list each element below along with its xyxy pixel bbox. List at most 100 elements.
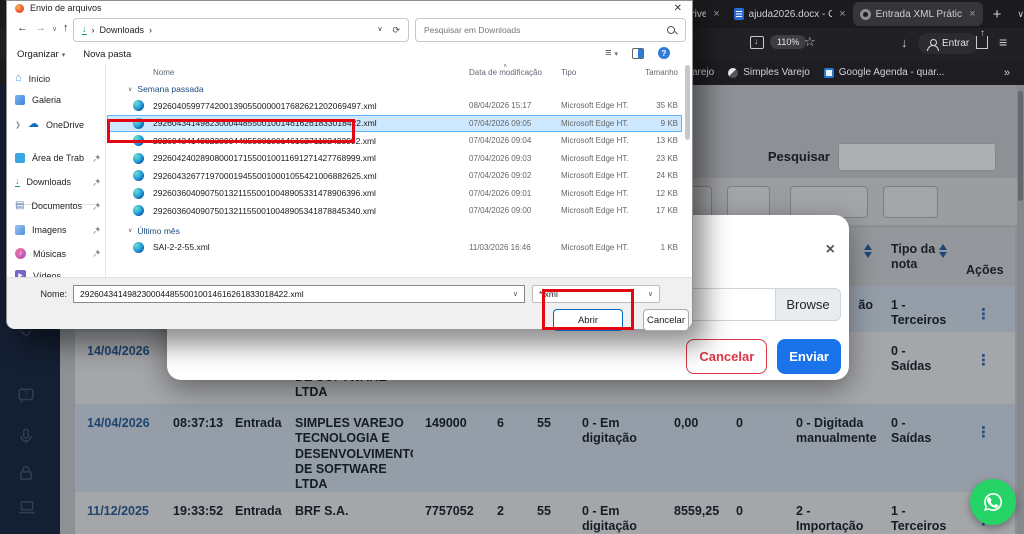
bookmark-item[interactable]: arejo (692, 67, 714, 78)
image-icon (15, 225, 25, 235)
favicon-icon (728, 68, 738, 78)
downloads-folder-icon: ↓ (82, 25, 87, 35)
close-icon[interactable]: × (826, 241, 835, 259)
menu-icon[interactable]: ≡ (999, 34, 1007, 50)
forward-icon[interactable]: → (35, 22, 46, 34)
account-icon (927, 39, 937, 49)
tab-close-icon[interactable]: × (713, 8, 719, 20)
new-folder-button[interactable]: Nova pasta (83, 49, 131, 60)
collapse-chevron-icon: ∨ (128, 86, 132, 93)
sort-ascending-icon: ∧ (503, 64, 507, 69)
chevron-down-icon: ∨ (513, 290, 518, 298)
downloads-icon: ↓ (15, 177, 20, 187)
zoom-level-badge[interactable]: 110% (770, 35, 806, 49)
dialog-search-input[interactable] (424, 25, 654, 35)
sidebar-item-area-de-trabalho[interactable]: Área de Trab (15, 153, 101, 163)
cancel-button[interactable]: Cancelar (686, 339, 767, 374)
file-group-header[interactable]: ∨ Semana passada (107, 81, 682, 97)
file-list: Nome ∧Data de modificação Tipo Tamanho ∨… (107, 64, 682, 277)
sidebar-item-imagens[interactable]: Imagens (15, 225, 101, 235)
sidebar-item-documentos[interactable]: ▤ Documentos (15, 201, 101, 211)
tab-label: Entrada XML Prático N (876, 9, 963, 20)
view-mode-button[interactable]: ≡▾ (605, 47, 618, 59)
dialog-close-icon[interactable]: ✕ (674, 3, 682, 14)
dialog-command-bar: Organizar▾ Nova pasta ≡▾ ? (7, 45, 692, 63)
dialog-scrollbar-thumb[interactable] (685, 65, 690, 140)
file-group-header[interactable]: ∨ Último mês (107, 223, 682, 239)
dialog-title: Envio de arquivos (30, 3, 102, 13)
refresh-icon[interactable]: ⟳ (392, 25, 400, 36)
breadcrumb-segment[interactable]: Downloads (100, 25, 145, 35)
tab-docs[interactable]: ajuda2026.docx - Goo × (727, 2, 853, 26)
tab-close-icon[interactable]: × (969, 8, 975, 20)
back-icon[interactable]: ← (17, 22, 28, 34)
organize-button[interactable]: Organizar▾ (17, 49, 65, 60)
file-row[interactable]: 2926043267719700019455001000105542100688… (107, 167, 682, 185)
bookmark-item-google-agenda[interactable]: Google Agenda - quar... (824, 67, 945, 78)
file-row[interactable]: 2926036040907501321155001004890534187884… (107, 202, 682, 220)
sidebar-item-onedrive[interactable]: ❯ ☁ OneDrive (15, 119, 101, 130)
signin-label: Entrar (942, 38, 969, 49)
column-data-modificacao[interactable]: ∧Data de modificação (469, 68, 561, 77)
edge-file-icon (133, 170, 144, 181)
tab-list-chevron-icon[interactable]: ∨ (1017, 9, 1024, 20)
expand-chevron-icon[interactable]: ❯ (15, 121, 21, 129)
file-row[interactable]: 2926040599774200139055000001768262120206… (107, 97, 682, 115)
music-icon: ♪ (15, 248, 26, 259)
tab-entrada-xml[interactable]: Entrada XML Prático N × (853, 2, 983, 26)
whatsapp-fab[interactable] (970, 479, 1016, 525)
dialog-cancel-button[interactable]: Cancelar (643, 309, 689, 331)
pin-icon (92, 249, 101, 258)
downloads-icon[interactable]: ↓ (901, 35, 908, 50)
pin-icon (92, 226, 101, 235)
gallery-icon (15, 95, 25, 105)
desktop-icon (15, 153, 25, 163)
up-icon[interactable]: ↑ (63, 22, 69, 34)
whatsapp-icon (980, 489, 1006, 515)
column-nome[interactable]: Nome (153, 68, 469, 77)
home-icon: ⌂ (15, 73, 22, 84)
edge-file-icon (133, 188, 144, 199)
browse-button[interactable]: Browse (775, 288, 841, 321)
bookmark-label: Google Agenda - quar... (839, 67, 945, 78)
share-icon[interactable] (976, 36, 988, 49)
address-chevron-icon[interactable]: ∨ (377, 25, 382, 36)
annotation-selected-file (107, 119, 355, 143)
file-row[interactable]: SAI-2-2-55.xml 11/03/2026 16:46 Microsof… (107, 239, 682, 257)
file-row[interactable]: 2926042402890800017155001001169127142776… (107, 150, 682, 168)
history-chevron-icon[interactable]: ∨ (52, 25, 57, 33)
sidebar-item-galeria[interactable]: Galeria (15, 95, 101, 105)
preview-pane-icon[interactable] (632, 48, 644, 59)
pane-divider (105, 64, 106, 277)
file-row[interactable]: 2926036040907501321155001004890533147890… (107, 185, 682, 203)
column-tipo[interactable]: Tipo (561, 68, 629, 77)
breadcrumb[interactable]: ↓ › Downloads › ∨ ⟳ (73, 18, 409, 42)
filename-label: Nome: (7, 289, 73, 299)
pin-icon (92, 154, 101, 163)
tab-close-icon[interactable]: × (839, 8, 845, 20)
bookmark-item-simples-varejo[interactable]: Simples Varejo (728, 67, 810, 78)
edge-file-icon (133, 205, 144, 216)
signin-button[interactable]: Entrar (918, 33, 978, 54)
sidebar-item-inicio[interactable]: ⌂ Início (15, 73, 101, 84)
column-tamanho[interactable]: Tamanho (629, 68, 682, 77)
google-docs-icon (734, 8, 744, 20)
submit-button[interactable]: Enviar (777, 339, 841, 374)
calendar-icon (824, 68, 834, 78)
modal-buttons: Cancelar Enviar (686, 339, 841, 374)
dialog-search-box[interactable] (415, 18, 686, 42)
help-icon[interactable]: ? (658, 47, 670, 59)
bookmarks-overflow-icon[interactable]: » (1004, 67, 1010, 79)
screen: e Drive × ajuda2026.docx - Goo × Entrada… (0, 0, 1024, 534)
sidebar-item-downloads[interactable]: ↓ Downloads (15, 177, 101, 187)
search-icon (666, 25, 677, 36)
breadcrumb-separator: › (92, 25, 95, 35)
bookmark-star-icon[interactable]: ☆ (804, 34, 816, 50)
filename-combobox[interactable]: 2926043414982300044855001001461626183301… (73, 285, 525, 303)
dialog-nav-bar: ← → ∨ ↑ ↓ › Downloads › ∨ ⟳ (7, 16, 692, 44)
save-page-icon[interactable] (750, 36, 764, 49)
sidebar-item-musicas[interactable]: ♪ Músicas (15, 248, 101, 259)
new-tab-button[interactable]: + (993, 6, 1002, 23)
app-icon (15, 4, 24, 13)
pin-icon (92, 178, 101, 187)
